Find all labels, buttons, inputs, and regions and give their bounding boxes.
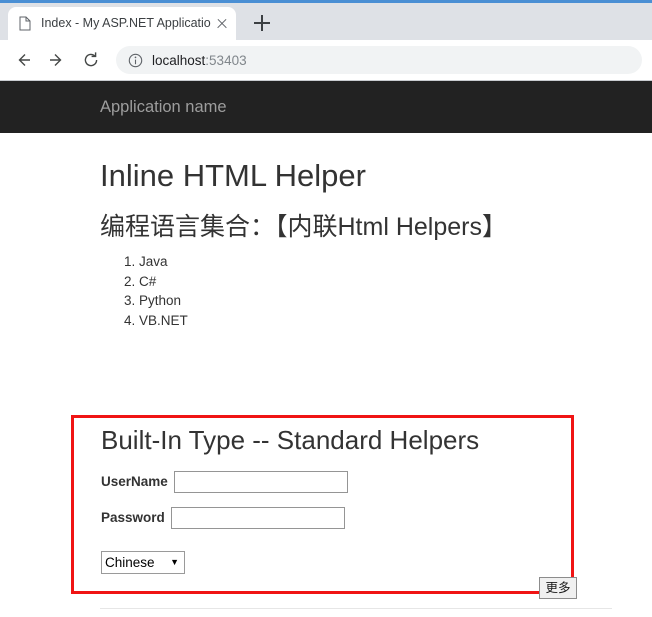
browser-toolbar: localhost:53403 [0, 40, 652, 81]
more-button[interactable]: 更多 [539, 577, 577, 599]
password-input[interactable] [170, 506, 345, 529]
url-port: :53403 [205, 52, 247, 68]
url-host: localhost [152, 52, 206, 68]
list-item: Python [139, 292, 612, 311]
standard-helpers-panel: Built-In Type -- Standard Helpers UserNa… [71, 415, 577, 599]
browser-tab-title: Index - My ASP.NET Applicatio [41, 17, 211, 30]
page-subtitle: 编程语言集合：【内联Html Helpers】 [100, 213, 507, 242]
address-bar-url: localhost:53403 [152, 53, 247, 68]
password-row: Password [101, 506, 571, 529]
info-circle-icon[interactable] [128, 53, 143, 68]
password-label: Password [101, 510, 165, 525]
address-bar[interactable]: localhost:53403 [116, 46, 642, 74]
plus-icon[interactable] [252, 13, 272, 33]
username-input[interactable] [173, 470, 348, 493]
page-icon [18, 16, 32, 31]
browser-tabstrip: Index - My ASP.NET Applicatio [0, 3, 652, 40]
close-icon[interactable] [214, 16, 230, 32]
username-row: UserName [101, 470, 571, 493]
reload-icon[interactable] [78, 47, 104, 73]
list-item: C# [139, 273, 612, 292]
language-select-row: Chinese ▼ [101, 550, 571, 574]
page-title: Inline HTML Helper [100, 158, 366, 193]
arrow-right-icon[interactable] [44, 47, 70, 73]
browser-tab-active[interactable]: Index - My ASP.NET Applicatio [8, 7, 236, 40]
chevron-down-icon: ▼ [170, 556, 179, 567]
list-item: VB.NET [139, 312, 612, 331]
list-item: Java [139, 253, 612, 272]
navbar-brand[interactable]: Application name [100, 98, 227, 117]
footer-divider [100, 608, 612, 609]
username-label: UserName [101, 474, 168, 489]
panel-title: Built-In Type -- Standard Helpers [101, 425, 480, 455]
arrow-left-icon[interactable] [10, 47, 36, 73]
page-container: Inline HTML Helper 编程语言集合：【内联Html Helper… [0, 157, 652, 330]
standard-helpers-panel-body: Built-In Type -- Standard Helpers UserNa… [74, 418, 577, 599]
page-viewport: Application name Inline HTML Helper 编程语言… [0, 81, 652, 617]
language-select[interactable]: Chinese ▼ [101, 550, 185, 574]
site-navbar: Application name [0, 81, 652, 133]
language-list: Java C# Python VB.NET [100, 253, 612, 330]
language-select-value: Chinese [105, 554, 155, 570]
